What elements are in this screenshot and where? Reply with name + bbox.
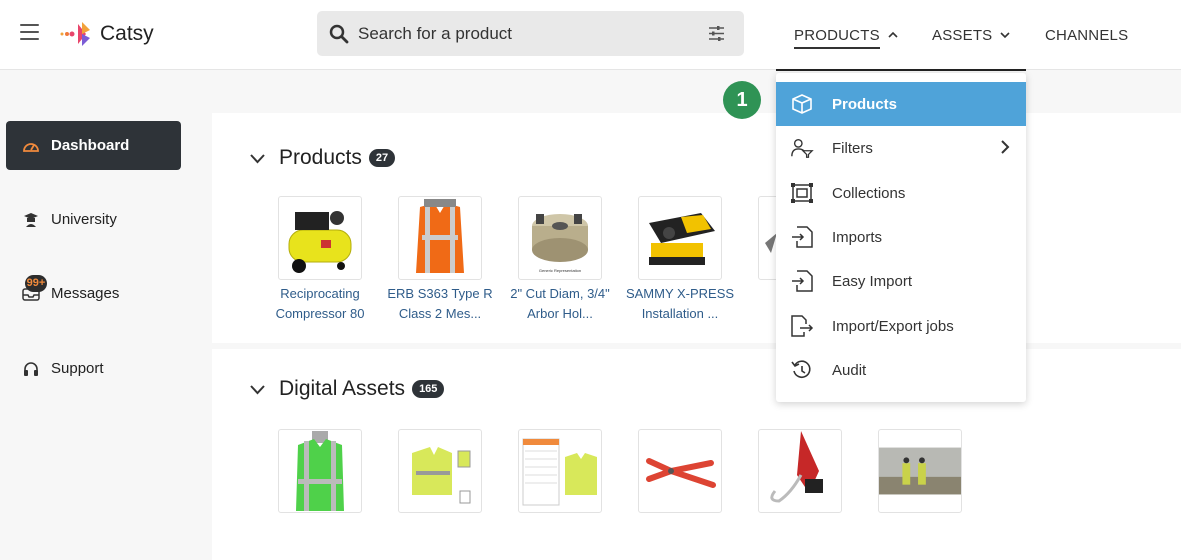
- chevron-up-icon: [888, 31, 898, 38]
- product-card[interactable]: ERB S363 Type R Class 2 Mes...: [387, 196, 493, 324]
- sidebar-item-label: University: [51, 211, 117, 228]
- product-image: [638, 196, 722, 280]
- inbox-icon: 99+: [22, 274, 47, 303]
- menu-icon[interactable]: [20, 24, 39, 40]
- nav-products-label: PRODUCTS: [794, 27, 880, 49]
- sidebar-item-support[interactable]: Support: [6, 344, 181, 393]
- sidebar-item-university[interactable]: University: [6, 195, 181, 244]
- search-input[interactable]: [358, 23, 688, 44]
- menu-item-label: Import/Export jobs: [832, 317, 954, 335]
- product-caption: ERB S363 Type R: [387, 286, 493, 301]
- logo[interactable]: Catsy: [60, 20, 154, 48]
- headphones-icon: [22, 360, 40, 378]
- asset-card[interactable]: [278, 429, 362, 513]
- asset-card[interactable]: [518, 429, 602, 513]
- asset-card[interactable]: [878, 429, 962, 513]
- product-caption: SAMMY X-PRESS: [625, 286, 735, 301]
- product-caption: Class 2 Mes...: [398, 306, 482, 321]
- products-dropdown-menu: Products Filters Collections Imports Eas…: [776, 73, 1026, 402]
- menu-item-collections[interactable]: Collections: [776, 171, 1026, 215]
- asset-thumbnails: [278, 429, 998, 513]
- asset-image: [278, 429, 362, 513]
- chevron-down-icon: [250, 384, 265, 394]
- chevron-down-icon: [250, 153, 265, 163]
- section-title: Digital Assets: [279, 377, 406, 400]
- assets-section-header[interactable]: Digital Assets 165: [249, 377, 445, 401]
- collection-icon: [790, 181, 814, 205]
- product-caption: 2" Cut Diam, 3/4": [510, 286, 610, 301]
- filter-sliders-icon[interactable]: [708, 25, 725, 42]
- menu-item-label: Collections: [832, 184, 906, 202]
- product-image: [278, 196, 362, 280]
- menu-item-filters[interactable]: Filters: [776, 126, 1026, 170]
- nav-assets[interactable]: ASSETS: [932, 0, 1010, 70]
- chevron-down-icon: [1000, 32, 1010, 39]
- nav-channels-label: CHANNELS: [1045, 26, 1129, 44]
- file-import-icon: [790, 269, 814, 293]
- app-name: Catsy: [100, 22, 154, 45]
- menu-item-label: Easy Import: [832, 272, 913, 290]
- product-caption: Reciprocating: [280, 286, 360, 301]
- gauge-icon: [22, 137, 40, 155]
- product-card[interactable]: Generic Representation 2" Cut Diam, 3/4"…: [510, 196, 610, 324]
- cube-icon: [790, 92, 814, 116]
- nav-assets-label: ASSETS: [932, 26, 993, 44]
- menu-item-imports[interactable]: Imports: [776, 215, 1026, 259]
- menu-item-import-export-jobs[interactable]: Import/Export jobs: [776, 304, 1026, 348]
- sidebar-item-dashboard[interactable]: Dashboard: [6, 121, 181, 170]
- product-image: Generic Representation: [518, 196, 602, 280]
- catsy-logo-icon: [60, 22, 90, 46]
- messages-badge: 99+: [25, 274, 47, 292]
- search-bar[interactable]: [317, 11, 744, 56]
- sidebar-item-label: Dashboard: [51, 137, 130, 154]
- products-panel: Products 27 Reciprocating Compressor 80: [212, 113, 1181, 343]
- product-card[interactable]: SAMMY X-PRESS Installation ...: [626, 196, 734, 324]
- sidebar-item-messages[interactable]: 99+ Messages: [6, 269, 181, 318]
- svg-text:Generic Representation: Generic Representation: [539, 268, 581, 273]
- menu-item-label: Audit: [832, 361, 867, 379]
- menu-item-audit[interactable]: Audit: [776, 348, 1026, 392]
- menu-item-easy-import[interactable]: Easy Import: [776, 259, 1026, 303]
- file-export-icon: [790, 314, 814, 338]
- history-icon: [790, 358, 814, 382]
- search-icon: [329, 24, 349, 43]
- product-caption: Arbor Hol...: [527, 306, 593, 321]
- asset-card[interactable]: [638, 429, 722, 513]
- products-section-header[interactable]: Products 27: [249, 146, 396, 170]
- file-import-icon: [790, 225, 814, 249]
- asset-image: [398, 429, 482, 513]
- section-title: Products: [279, 146, 362, 169]
- top-bar: Catsy PRODUCTS ASSETS CHANNELS: [0, 0, 1181, 70]
- nav-active-underline: [776, 69, 1026, 71]
- product-card[interactable]: Reciprocating Compressor 80: [276, 196, 364, 324]
- menu-item-label: Imports: [832, 228, 883, 246]
- sidebar-item-label: Support: [51, 360, 104, 377]
- chevron-right-icon: [1001, 140, 1010, 154]
- menu-item-label: Filters: [832, 139, 873, 157]
- nav-products[interactable]: PRODUCTS: [794, 0, 898, 70]
- count-badge: 27: [368, 149, 396, 167]
- menu-item-products[interactable]: Products: [776, 82, 1026, 126]
- user-filter-icon: [790, 136, 814, 160]
- graduation-cap-icon: [22, 211, 40, 229]
- menu-item-label: Products: [832, 95, 898, 113]
- asset-card[interactable]: [758, 429, 842, 513]
- asset-image: [878, 429, 962, 513]
- product-caption: Installation ...: [641, 306, 719, 321]
- count-badge: 165: [412, 380, 445, 398]
- product-caption: Compressor 80: [275, 306, 365, 321]
- nav-channels[interactable]: CHANNELS: [1045, 0, 1128, 70]
- product-image: [398, 196, 482, 280]
- step-marker: 1: [723, 81, 761, 119]
- asset-image: [758, 429, 842, 513]
- asset-image: [638, 429, 722, 513]
- asset-card[interactable]: [398, 429, 482, 513]
- digital-assets-panel: Digital Assets 165: [212, 349, 1181, 560]
- asset-image: [518, 429, 602, 513]
- sidebar-item-label: Messages: [51, 285, 120, 302]
